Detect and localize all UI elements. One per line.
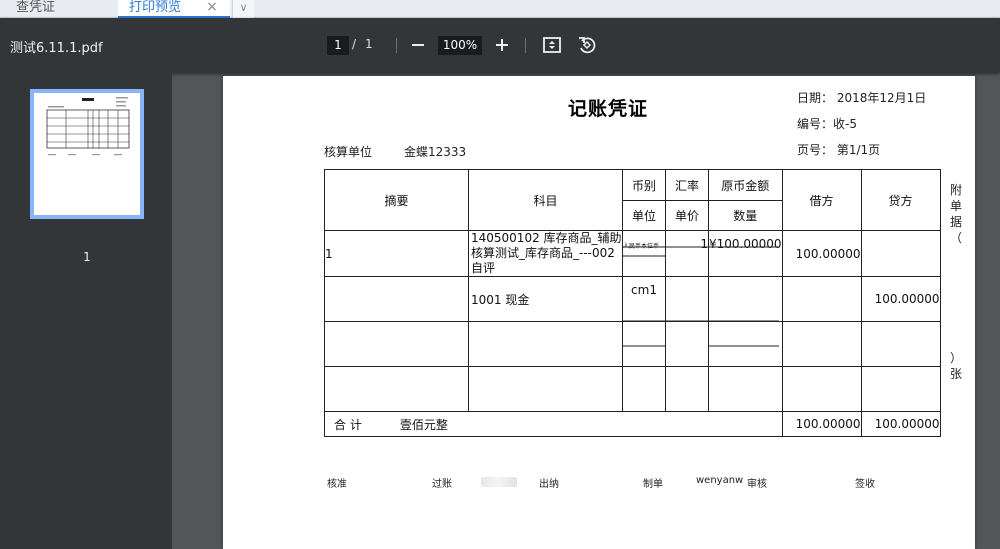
footer-post: 过账 [432,479,452,490]
chevron-down-icon[interactable]: ∨ [232,0,254,18]
redacted-name [481,477,517,487]
thumbnail-sidebar: 1 [0,73,172,549]
toolbar-divider [396,38,397,53]
pdf-page: 记账凭证 日期： 2018年12月1日 编号：收-5 页号： 第1/1页 核算单… [223,76,975,549]
zoom-level-input[interactable]: 100% [438,36,482,55]
pdf-toolbar: 测试6.11.1.pdf 1 / 1 100% [0,18,1000,73]
footer-maker-name: wenyanw [696,475,744,486]
page-total: 1 [365,37,373,51]
toolbar-divider [525,38,526,53]
close-icon[interactable]: × [204,0,220,17]
plus-icon[interactable] [490,33,514,57]
footer-cashier: 出纳 [539,479,559,490]
page-thumbnail[interactable] [30,89,144,219]
page-number-input[interactable]: 1 [327,36,349,55]
rotate-icon[interactable] [575,33,599,57]
tab-voucher-query[interactable]: 查凭证 [0,0,118,18]
attachment-note-bottom: ）张 [949,351,962,381]
attachment-note-top: 附单据（ [949,183,962,245]
page-separator: / [352,37,357,51]
footer-maker: 制单 [643,479,663,490]
footer-sign: 签收 [855,479,875,490]
minus-icon[interactable] [406,33,430,57]
footer-approve: 核准 [327,479,347,490]
thumbnail-page-number: 1 [83,250,91,264]
fit-page-icon[interactable] [540,33,564,57]
footer-audit: 审核 [747,479,767,490]
document-title: 测试6.11.1.pdf [10,41,103,56]
tab-bar: 查凭证 打印预览 × ∨ [0,0,1000,18]
